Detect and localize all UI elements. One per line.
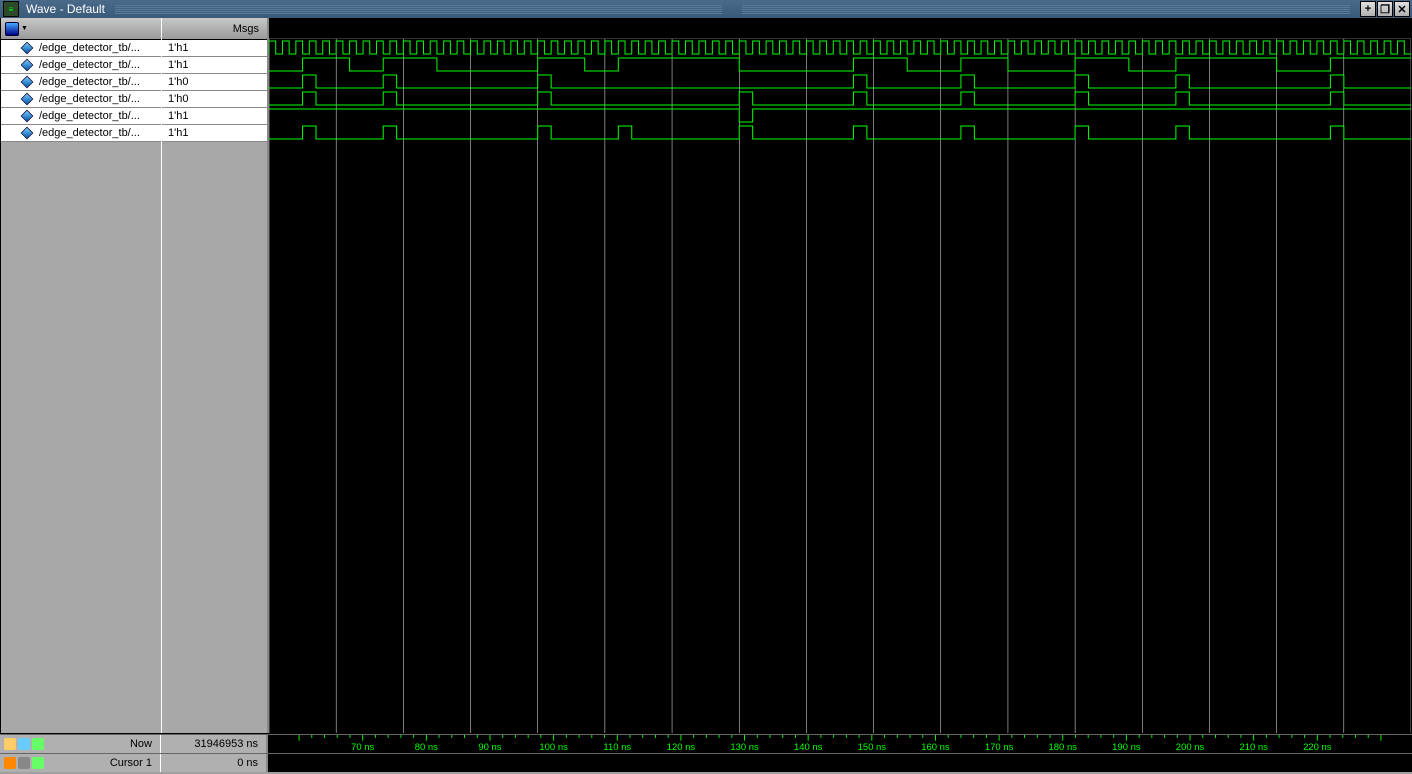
svg-text:70 ns: 70 ns — [351, 742, 374, 753]
svg-text:90 ns: 90 ns — [478, 742, 501, 753]
svg-text:110 ns: 110 ns — [603, 742, 631, 753]
signal-value: 1'h0 — [168, 76, 188, 88]
svg-text:150 ns: 150 ns — [858, 742, 887, 753]
window-maximize-button[interactable]: ❐ — [1377, 1, 1393, 17]
signal-name-row[interactable]: /edge_detector_tb/... — [1, 74, 161, 91]
signal-name: /edge_detector_tb/... — [39, 76, 140, 88]
svg-text:190 ns: 190 ns — [1112, 742, 1141, 753]
wrench-icon — [18, 757, 30, 769]
now-label: Now — [130, 738, 152, 750]
signal-name-row[interactable]: /edge_detector_tb/... — [1, 91, 161, 108]
window-add-button[interactable]: + — [1360, 1, 1376, 17]
signal-diamond-icon — [21, 59, 34, 72]
wave-icon — [5, 22, 19, 36]
signal-diamond-icon — [21, 110, 34, 123]
signal-value-row[interactable]: 1'h0 — [162, 74, 267, 91]
add-marker-icon[interactable] — [32, 738, 44, 750]
svg-text:200 ns: 200 ns — [1176, 742, 1205, 753]
signal-name-row[interactable]: /edge_detector_tb/... — [1, 40, 161, 57]
svg-text:170 ns: 170 ns — [985, 742, 1014, 753]
cursor-row[interactable]: Cursor 1 — [0, 754, 160, 772]
cursor-ruler[interactable] — [266, 754, 1412, 772]
signal-value-row[interactable]: 1'h1 — [162, 57, 267, 74]
signal-name: /edge_detector_tb/... — [39, 110, 140, 122]
svg-text:220 ns: 220 ns — [1303, 742, 1332, 753]
app-icon: ≡ — [3, 1, 19, 17]
signal-value: 1'h1 — [168, 110, 188, 122]
svg-text:140 ns: 140 ns — [794, 742, 823, 753]
signal-name-row[interactable]: /edge_detector_tb/... — [1, 108, 161, 125]
svg-text:160 ns: 160 ns — [921, 742, 950, 753]
svg-text:100 ns: 100 ns — [539, 742, 568, 753]
signal-value-row[interactable]: 1'h1 — [162, 108, 267, 125]
now-value: 31946953 ns — [194, 738, 258, 750]
cursor-value: 0 ns — [237, 757, 258, 769]
svg-text:210 ns: 210 ns — [1239, 742, 1268, 753]
window-close-button[interactable]: ✕ — [1394, 1, 1410, 17]
cursor-label: Cursor 1 — [110, 757, 152, 769]
dropdown-icon: ▼ — [19, 25, 28, 32]
signal-name: /edge_detector_tb/... — [39, 127, 140, 139]
titlebar-stripe — [115, 4, 723, 14]
signal-name-row[interactable]: /edge_detector_tb/... — [1, 125, 161, 142]
signal-diamond-icon — [21, 76, 34, 89]
values-header-label: Msgs — [233, 23, 259, 35]
lock-icon — [4, 757, 16, 769]
cursor-value-cell: 0 ns — [160, 754, 266, 772]
signal-value: 1'h0 — [168, 93, 188, 105]
waveform-column — [267, 18, 1411, 733]
names-header[interactable]: ▼ — [1, 18, 161, 40]
values-header: Msgs — [162, 18, 267, 40]
time-ruler[interactable]: 70 ns 80 ns 90 ns 100 ns 110 ns 120 ns 130 ns 1… — [266, 735, 1412, 753]
svg-text:120 ns: 120 ns — [667, 742, 696, 753]
signal-diamond-icon — [21, 93, 34, 106]
signal-names-column: ▼ /edge_detector_tb/... /edge_detector_tb… — [1, 18, 161, 733]
signal-value-row[interactable]: 1'h1 — [162, 125, 267, 142]
signal-value: 1'h1 — [168, 42, 188, 54]
signal-name: /edge_detector_tb/... — [39, 93, 140, 105]
signal-values-column: Msgs 1'h1 1'h1 1'h0 1'h0 1'h1 1'h1 — [161, 18, 267, 733]
titlebar-stripe — [742, 4, 1350, 14]
marker-icon — [4, 738, 16, 750]
signal-name: /edge_detector_tb/... — [39, 59, 140, 71]
signal-name-row[interactable]: /edge_detector_tb/... — [1, 57, 161, 74]
marker-icon — [18, 738, 30, 750]
now-value-cell: 31946953 ns — [160, 735, 266, 753]
svg-text:130 ns: 130 ns — [730, 742, 759, 753]
signal-value: 1'h1 — [168, 127, 188, 139]
svg-text:80 ns: 80 ns — [415, 742, 438, 753]
signal-value-row[interactable]: 1'h0 — [162, 91, 267, 108]
svg-text:180 ns: 180 ns — [1049, 742, 1078, 753]
add-cursor-icon[interactable] — [32, 757, 44, 769]
signal-diamond-icon — [21, 42, 34, 55]
signal-diamond-icon — [21, 127, 34, 140]
wave-display[interactable] — [269, 39, 1411, 733]
wave-header — [269, 18, 1411, 39]
now-row: Now — [0, 735, 160, 753]
signal-value: 1'h1 — [168, 59, 188, 71]
signal-value-row[interactable]: 1'h1 — [162, 40, 267, 57]
window-title: Wave - Default — [22, 2, 105, 16]
signal-name: /edge_detector_tb/... — [39, 42, 140, 54]
